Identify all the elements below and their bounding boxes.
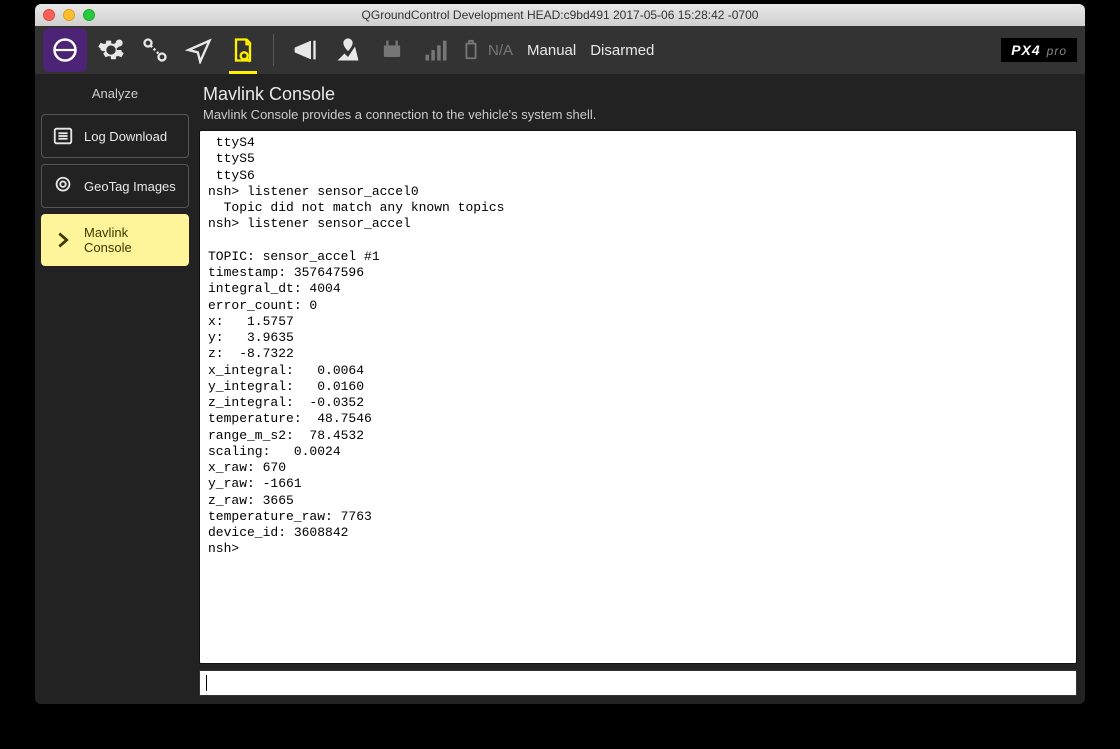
- close-icon[interactable]: [43, 9, 55, 21]
- list-icon: [52, 125, 74, 147]
- console-output[interactable]: ttyS4 ttyS5 ttyS6 nsh> listener sensor_a…: [199, 130, 1077, 664]
- sidebar-title: Analyze: [35, 80, 195, 111]
- sidebar-item-geotag[interactable]: GeoTag Images: [41, 164, 189, 208]
- titlebar: QGroundControl Development HEAD:c9bd491 …: [35, 4, 1085, 26]
- brand-name: PX4: [1011, 42, 1040, 58]
- brand-logo: PX4 pro: [1001, 38, 1077, 62]
- gps-button[interactable]: [328, 30, 368, 70]
- app-window: QGroundControl Development HEAD:c9bd491 …: [35, 4, 1085, 704]
- messages-button[interactable]: [284, 30, 324, 70]
- battery-na-label: N/A: [488, 42, 513, 59]
- input-caret: [206, 675, 207, 691]
- sidebar-item-log-download[interactable]: Log Download: [41, 114, 189, 158]
- fly-button[interactable]: [179, 30, 219, 70]
- pin-icon: [52, 175, 74, 197]
- armed-state-label[interactable]: Disarmed: [590, 42, 654, 59]
- main-area: Analyze Log Download GeoTag Images Mavli…: [35, 74, 1085, 704]
- rc-button[interactable]: [372, 30, 412, 70]
- telemetry-icon[interactable]: [416, 30, 456, 70]
- app-settings-button[interactable]: [43, 28, 87, 72]
- analyze-button[interactable]: [223, 30, 263, 70]
- maximize-icon[interactable]: [83, 9, 95, 21]
- main-toolbar: N/A Manual Disarmed PX4 pro: [35, 26, 1085, 74]
- sidebar-item-label: Log Download: [84, 129, 167, 144]
- sidebar: Analyze Log Download GeoTag Images Mavli…: [35, 74, 195, 704]
- window-title: QGroundControl Development HEAD:c9bd491 …: [35, 8, 1085, 22]
- command-input[interactable]: [199, 670, 1077, 696]
- content-pane: Mavlink Console Mavlink Console provides…: [195, 74, 1085, 704]
- page-subtitle: Mavlink Console provides a connection to…: [199, 107, 1077, 130]
- window-controls: [43, 9, 95, 21]
- flight-mode-label[interactable]: Manual: [527, 42, 576, 59]
- minimize-icon[interactable]: [63, 9, 75, 21]
- battery-icon[interactable]: [460, 30, 482, 70]
- page-title: Mavlink Console: [199, 78, 1077, 107]
- sidebar-item-mavlink-console[interactable]: Mavlink Console: [41, 214, 189, 266]
- brand-sub: pro: [1047, 44, 1067, 58]
- sidebar-item-label: Mavlink Console: [84, 225, 178, 255]
- chevron-right-icon: [52, 229, 74, 251]
- setup-button[interactable]: [91, 30, 131, 70]
- plan-button[interactable]: [135, 30, 175, 70]
- toolbar-divider: [273, 34, 274, 66]
- sidebar-item-label: GeoTag Images: [84, 179, 176, 194]
